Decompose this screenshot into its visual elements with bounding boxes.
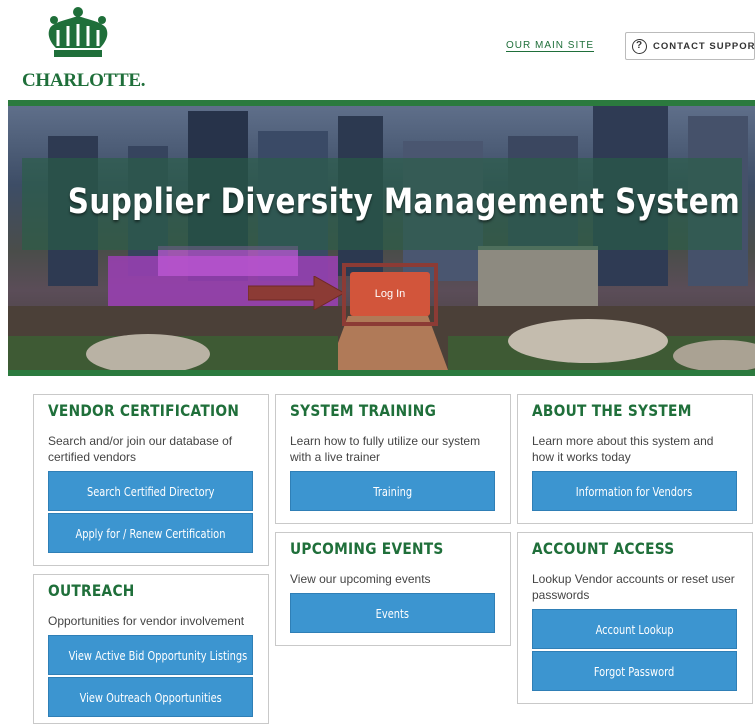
card-description: Lookup Vendor accounts or reset user pas… bbox=[532, 572, 735, 602]
events-button[interactable]: Events bbox=[290, 593, 495, 633]
login-button[interactable]: Log In bbox=[350, 272, 430, 316]
vendor-certification-card: VENDOR CERTIFICATION Search and/or join … bbox=[33, 394, 269, 566]
forgot-password-button[interactable]: Forgot Password bbox=[532, 651, 737, 691]
outreach-card: OUTREACH Opportunities for vendor involv… bbox=[33, 574, 269, 724]
card-description: Learn how to fully utilize our system wi… bbox=[290, 434, 481, 464]
training-button[interactable]: Training bbox=[290, 471, 495, 511]
card-description: Search and/or join our database of certi… bbox=[48, 434, 233, 464]
card-description: View our upcoming events bbox=[290, 572, 431, 586]
card-description: Learn more about this system and how it … bbox=[532, 434, 714, 464]
about-system-card: ABOUT THE SYSTEM Learn more about this s… bbox=[517, 394, 753, 524]
card-description: Opportunities for vendor involvement bbox=[48, 614, 245, 628]
contact-support-button[interactable]: ? CONTACT SUPPORT bbox=[625, 32, 755, 60]
contact-support-label: CONTACT SUPPORT bbox=[653, 40, 755, 52]
system-training-card: SYSTEM TRAINING Learn how to fully utili… bbox=[275, 394, 511, 524]
account-access-card: ACCOUNT ACCESS Lookup Vendor accounts or… bbox=[517, 532, 753, 704]
view-outreach-opportunities-button[interactable]: View Outreach Opportunities bbox=[48, 677, 253, 717]
crown-icon bbox=[48, 7, 108, 57]
card-title: UPCOMING EVENTS bbox=[290, 539, 444, 558]
card-title: ACCOUNT ACCESS bbox=[532, 539, 675, 558]
card-title: VENDOR CERTIFICATION bbox=[48, 401, 240, 420]
search-certified-directory-button[interactable]: Search Certified Directory bbox=[48, 471, 253, 511]
arrow-right-icon bbox=[248, 276, 346, 310]
account-lookup-button[interactable]: Account Lookup bbox=[532, 609, 737, 649]
charlotte-logo[interactable]: CHARLOTTE. bbox=[22, 6, 146, 91]
main-site-link[interactable]: OUR MAIN SITE bbox=[506, 40, 594, 51]
apply-renew-certification-button[interactable]: Apply for / Renew Certification bbox=[48, 513, 253, 553]
view-bid-opportunities-button[interactable]: View Active Bid Opportunity Listings bbox=[48, 635, 253, 675]
logo-text: CHARLOTTE. bbox=[22, 70, 146, 91]
information-for-vendors-button[interactable]: Information for Vendors bbox=[532, 471, 737, 511]
card-title: OUTREACH bbox=[48, 581, 135, 600]
card-title: SYSTEM TRAINING bbox=[290, 401, 437, 420]
question-circle-icon: ? bbox=[632, 38, 647, 54]
card-title: ABOUT THE SYSTEM bbox=[532, 401, 692, 420]
hero-title: Supplier Diversity Management System bbox=[67, 182, 741, 222]
upcoming-events-card: UPCOMING EVENTS View our upcoming events… bbox=[275, 532, 511, 646]
site-header: CHARLOTTE. OUR MAIN SITE ? CONTACT SUPPO… bbox=[0, 0, 755, 100]
hero-banner: Supplier Diversity Management System Log… bbox=[8, 100, 755, 376]
